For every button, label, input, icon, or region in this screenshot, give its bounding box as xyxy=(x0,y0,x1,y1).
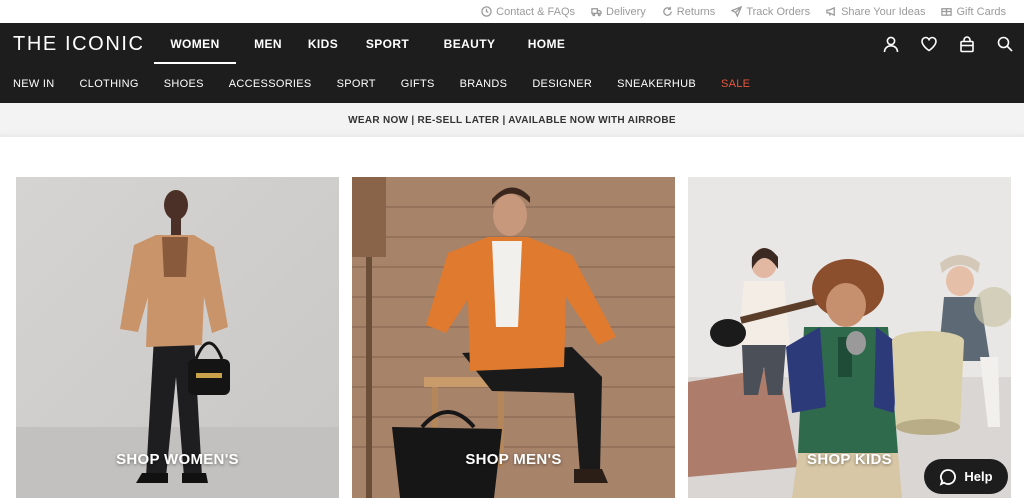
track-orders-link[interactable]: Track Orders xyxy=(731,6,810,18)
mens-image xyxy=(352,177,675,498)
category-gifts[interactable]: GIFTS xyxy=(401,78,435,90)
kids-image xyxy=(688,177,1011,498)
promo-text: WEAR NOW | RE-SELL LATER | AVAILABLE NOW… xyxy=(348,114,676,126)
utility-bar: Contact & FAQs Delivery Returns Track Or… xyxy=(0,0,1024,23)
shop-kids-tile[interactable]: SHOP KIDS xyxy=(688,177,1011,498)
contact-faqs-link[interactable]: Contact & FAQs xyxy=(481,6,575,18)
gift-cards-link[interactable]: Gift Cards xyxy=(941,6,1006,18)
nav-men[interactable]: MEN xyxy=(236,23,300,64)
nav-sport[interactable]: SPORT xyxy=(346,23,429,64)
nav-women[interactable]: WOMEN xyxy=(154,23,236,64)
category-designer[interactable]: DESIGNER xyxy=(532,78,592,90)
returns-label: Returns xyxy=(676,5,716,18)
gift-card-icon xyxy=(941,8,953,16)
track-orders-label: Track Orders xyxy=(746,5,811,18)
shop-womens-label: SHOP WOMEN'S xyxy=(116,451,239,468)
category-nav: NEW IN CLOTHING SHOES ACCESSORIES SPORT … xyxy=(0,64,1024,103)
nav-beauty[interactable]: BEAUTY xyxy=(429,23,510,64)
header-icons xyxy=(882,23,1014,64)
category-sale[interactable]: SALE xyxy=(721,78,750,90)
delivery-label: Delivery xyxy=(606,5,646,18)
clock-icon xyxy=(481,6,492,17)
nav-kids[interactable]: KIDS xyxy=(300,23,346,64)
share-ideas-link[interactable]: Share Your Ideas xyxy=(826,6,925,18)
gift-cards-label: Gift Cards xyxy=(956,5,1006,18)
category-accessories[interactable]: ACCESSORIES xyxy=(229,78,312,90)
contact-faqs-label: Contact & FAQs xyxy=(496,5,576,18)
send-icon xyxy=(731,6,743,17)
bag-icon[interactable] xyxy=(958,35,976,53)
search-icon[interactable] xyxy=(996,35,1014,53)
category-brands[interactable]: BRANDS xyxy=(460,78,508,90)
help-button[interactable]: Help xyxy=(924,459,1008,494)
share-ideas-label: Share Your Ideas xyxy=(841,5,926,18)
megaphone-icon xyxy=(826,6,835,17)
chat-bubble-icon xyxy=(940,468,957,486)
category-sport[interactable]: SPORT xyxy=(337,78,376,90)
category-shoes[interactable]: SHOES xyxy=(164,78,204,90)
womens-image xyxy=(16,177,339,498)
account-icon[interactable] xyxy=(882,35,900,53)
main-header: THE ICONIC WOMEN MEN KIDS SPORT BEAUTY H… xyxy=(0,23,1024,103)
category-clothing[interactable]: CLOTHING xyxy=(80,78,139,90)
truck-icon xyxy=(591,8,602,17)
shop-mens-tile[interactable]: SHOP MEN'S xyxy=(352,177,675,498)
promo-banner[interactable]: WEAR NOW | RE-SELL LATER | AVAILABLE NOW… xyxy=(0,103,1024,137)
main-nav: WOMEN MEN KIDS SPORT BEAUTY HOME xyxy=(154,23,565,64)
category-sneakerhub[interactable]: SNEAKERHUB xyxy=(617,78,696,90)
nav-home[interactable]: HOME xyxy=(528,23,565,64)
help-label: Help xyxy=(964,469,993,484)
shop-mens-label: SHOP MEN'S xyxy=(465,451,562,468)
shop-tiles: SHOP WOMEN'S SHOP MEN'S SHOP KIDS xyxy=(16,177,1011,498)
shop-womens-tile[interactable]: SHOP WOMEN'S xyxy=(16,177,339,498)
delivery-link[interactable]: Delivery xyxy=(591,6,646,18)
logo[interactable]: THE ICONIC xyxy=(13,33,145,56)
category-new-in[interactable]: NEW IN xyxy=(13,78,55,90)
returns-icon xyxy=(663,6,672,16)
wishlist-icon[interactable] xyxy=(920,35,938,53)
returns-link[interactable]: Returns xyxy=(662,5,716,18)
